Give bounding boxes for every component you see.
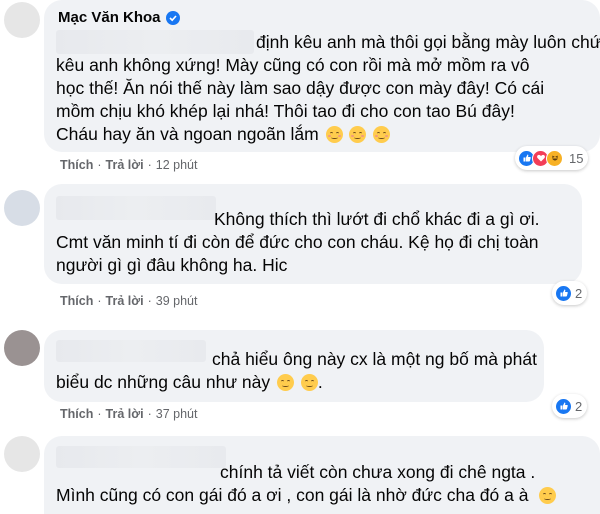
smiling-face-icon (373, 126, 391, 143)
reply-action[interactable]: Trả lời (106, 294, 144, 308)
smirking-face-icon (300, 374, 318, 391)
comment-line: mồm chịu khó khép lại nhá! Thôi tao đi c… (56, 101, 515, 121)
author-name[interactable]: Mạc Văn Khoa (58, 9, 161, 26)
avatar[interactable] (4, 2, 40, 38)
comment-line-text: biểu dc những câu như này (56, 372, 271, 392)
comment-bubble: Không thích thì lướt đi chổ khác đi a gì… (44, 184, 582, 284)
reaction-count: 15 (569, 150, 584, 166)
like-icon (555, 284, 572, 302)
comment-line: Không thích thì lướt đi chổ khác đi a gì… (214, 209, 540, 229)
like-action[interactable]: Thích (60, 407, 93, 421)
comment-line: chả hiểu ông này cx là một ng bố mà phát (212, 349, 537, 369)
comment-line-last: Mình cũng có con gái đó a ơi , con gái l… (56, 484, 557, 507)
comment-line-text: Mình cũng có con gái đó a ơi , con gái l… (56, 485, 529, 505)
reply-action[interactable]: Trả lời (106, 407, 144, 421)
comment-author[interactable]: Mạc Văn Khoa (58, 9, 180, 26)
smiling-face-icon (325, 126, 343, 143)
haha-icon (546, 149, 563, 167)
timestamp[interactable]: 37 phút (156, 407, 198, 421)
comment-line: chính tả viết còn chưa xong đi chê ngta … (220, 462, 536, 482)
blurred-mention (56, 30, 254, 54)
like-action[interactable]: Thích (60, 158, 93, 172)
reaction-count: 2 (575, 398, 583, 414)
comment-actions: Thích · Trả lời · 12 phút (60, 158, 198, 172)
comment-line-last: Cháu hay ăn và ngoan ngoãn lắm (56, 123, 391, 146)
smiling-face-icon (539, 487, 557, 504)
comment-bubble: chính tả viết còn chưa xong đi chê ngta … (44, 436, 600, 514)
blurred-author-name (56, 340, 206, 362)
smiling-face-icon (349, 126, 367, 143)
timestamp[interactable]: 39 phút (156, 294, 198, 308)
comment-line: học thế! Ăn nói thế này làm sao dậy được… (56, 78, 545, 98)
reply-action[interactable]: Trả lời (106, 158, 144, 172)
like-icon (555, 397, 572, 415)
comment-line-last: biểu dc những câu như này . (56, 372, 323, 392)
reaction-summary[interactable]: 2 (552, 281, 588, 305)
comment-line: kêu anh không xứng! Mày cũng có con rồi … (56, 55, 530, 75)
avatar[interactable] (4, 330, 40, 366)
timestamp[interactable]: 12 phút (156, 158, 198, 172)
reaction-summary[interactable]: 2 (552, 394, 588, 418)
avatar[interactable] (4, 436, 40, 472)
comment-bubble: Mạc Văn Khoa định kêu anh mà thôi gọi bằ… (44, 0, 600, 152)
comment-line: người gì gì đâu không ha. Hic (56, 255, 288, 275)
blurred-author-name (56, 446, 226, 468)
verified-badge-icon (165, 10, 180, 25)
comment-line: định kêu anh mà thôi gọi bằng mày luôn c… (256, 32, 600, 52)
blurred-author-name (56, 196, 216, 220)
comment-bubble: chả hiểu ông này cx là một ng bố mà phát… (44, 330, 544, 402)
comment-actions: Thích · Trả lời · 37 phút (60, 407, 198, 421)
avatar[interactable] (4, 190, 40, 226)
comment-actions: Thích · Trả lời · 39 phút (60, 294, 198, 308)
comment-line-text: Cháu hay ăn và ngoan ngoãn lắm (56, 124, 319, 144)
reaction-summary[interactable]: 15 (515, 146, 589, 170)
like-action[interactable]: Thích (60, 294, 93, 308)
smirking-face-icon (277, 374, 295, 391)
comment-line: Cmt văn minh tí đi còn để đức cho con ch… (56, 232, 539, 252)
reaction-count: 2 (575, 285, 583, 301)
